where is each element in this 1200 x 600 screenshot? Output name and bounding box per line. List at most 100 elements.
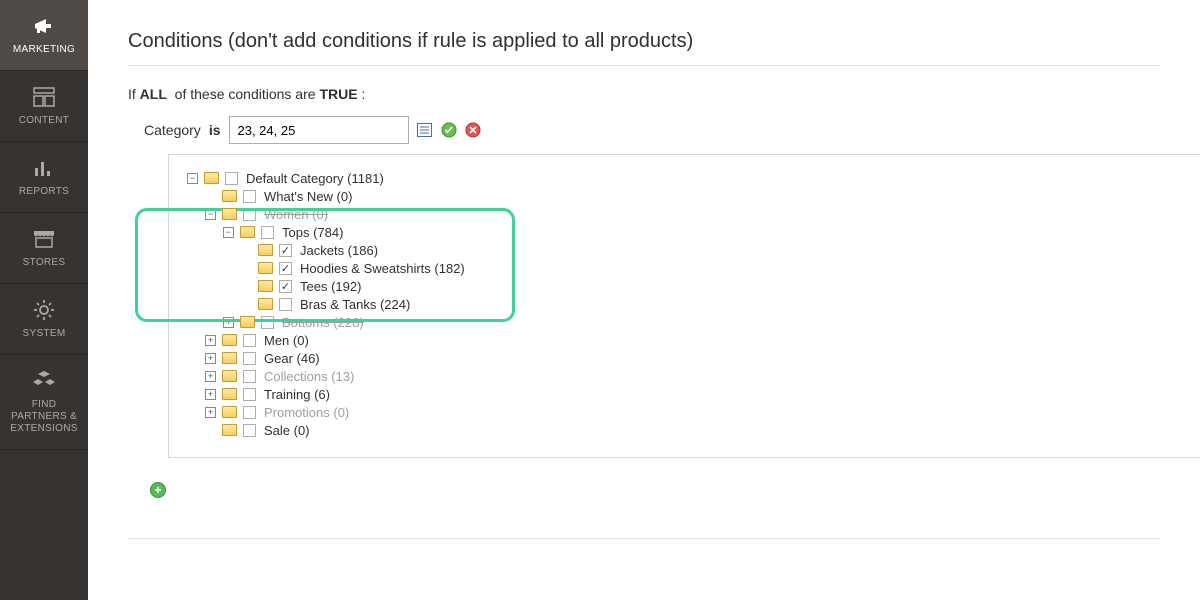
tree-node-label[interactable]: Sale (0): [264, 423, 310, 438]
layout-icon: [33, 85, 55, 109]
main-content: Conditions (don't add conditions if rule…: [88, 0, 1200, 600]
tree-node: What's New (0): [179, 187, 1200, 205]
chooser-icon[interactable]: [417, 122, 433, 138]
megaphone-icon: [32, 14, 56, 38]
nav-item-find[interactable]: FIND PARTNERS & EXTENSIONS: [0, 355, 88, 450]
tree-node-label[interactable]: Tops (784): [282, 225, 343, 240]
divider: [128, 538, 1160, 539]
tree-checkbox[interactable]: [279, 244, 292, 257]
folder-icon: [258, 262, 273, 274]
tree-checkbox[interactable]: [243, 370, 256, 383]
nav-item-system[interactable]: SYSTEM: [0, 284, 88, 355]
tree-node-label[interactable]: Women (0): [264, 207, 328, 222]
tree-node: Jackets (186): [179, 241, 1200, 259]
tree-checkbox[interactable]: [279, 298, 292, 311]
tree-checkbox[interactable]: [261, 316, 274, 329]
tree-toggle[interactable]: +: [205, 389, 216, 400]
tree-toggle[interactable]: +: [205, 371, 216, 382]
folder-icon: [240, 226, 255, 238]
tree-leaf-spacer: [241, 299, 252, 310]
tree-toggle[interactable]: +: [205, 353, 216, 364]
tree-checkbox[interactable]: [279, 280, 292, 293]
tree-checkbox[interactable]: [243, 352, 256, 365]
store-icon: [32, 227, 56, 251]
nav-label: REPORTS: [19, 186, 69, 198]
sentence-mid: of these conditions are: [175, 86, 316, 102]
nav-label: FIND PARTNERS & EXTENSIONS: [4, 399, 84, 435]
tree-node: Sale (0): [179, 421, 1200, 439]
nav-item-marketing[interactable]: MARKETING: [0, 0, 88, 71]
tree-checkbox[interactable]: [243, 334, 256, 347]
folder-icon: [240, 316, 255, 328]
tree-node: + Training (6): [179, 385, 1200, 403]
nav-item-reports[interactable]: REPORTS: [0, 142, 88, 213]
folder-icon: [258, 298, 273, 310]
tree-toggle[interactable]: +: [205, 407, 216, 418]
tree-node-label[interactable]: Bras & Tanks (224): [300, 297, 410, 312]
tree-node: + Collections (13): [179, 367, 1200, 385]
tree-node: Bras & Tanks (224): [179, 295, 1200, 313]
folder-icon: [222, 334, 237, 346]
aggregator-value[interactable]: ALL: [140, 86, 167, 102]
nav-item-stores[interactable]: STORES: [0, 213, 88, 284]
remove-icon[interactable]: [465, 122, 481, 138]
tree-node-label[interactable]: Training (6): [264, 387, 330, 402]
condition-value-input[interactable]: [229, 116, 409, 144]
condition-sentence: If ALL of these conditions are TRUE :: [128, 86, 1160, 102]
tree-node-label[interactable]: Hoodies & Sweatshirts (182): [300, 261, 465, 276]
tree-node-label[interactable]: Collections (13): [264, 369, 354, 384]
tree-node-label[interactable]: Jackets (186): [300, 243, 378, 258]
sentence-suffix: :: [361, 86, 365, 102]
tree-checkbox[interactable]: [243, 190, 256, 203]
add-condition-button[interactable]: +: [150, 482, 166, 498]
tree-node-label[interactable]: Bottoms (228): [282, 315, 364, 330]
tree-toggle[interactable]: +: [205, 335, 216, 346]
tree-node: − Women (0): [179, 205, 1200, 223]
folder-icon: [222, 352, 237, 364]
tree-node: − Default Category (1181): [179, 169, 1200, 187]
apply-icon[interactable]: [441, 122, 457, 138]
condition-row: Category is: [128, 116, 1160, 144]
tree-node: + Bottoms (228): [179, 313, 1200, 331]
tree-checkbox[interactable]: [225, 172, 238, 185]
tree-node-label[interactable]: Gear (46): [264, 351, 320, 366]
nav-item-content[interactable]: CONTENT: [0, 71, 88, 142]
condition-attribute[interactable]: Category: [144, 122, 201, 138]
modules-icon: [32, 369, 56, 393]
tree-checkbox[interactable]: [243, 208, 256, 221]
tree-node: + Gear (46): [179, 349, 1200, 367]
tree-node-label[interactable]: What's New (0): [264, 189, 352, 204]
tree-toggle[interactable]: −: [187, 173, 198, 184]
tree-checkbox[interactable]: [279, 262, 292, 275]
category-tree-panel: − Default Category (1181) What's New (0) − W…: [168, 154, 1200, 458]
tree-leaf-spacer: [205, 191, 216, 202]
tree-checkbox[interactable]: [261, 226, 274, 239]
sentence-prefix: If: [128, 86, 136, 102]
folder-icon: [204, 172, 219, 184]
tree-checkbox[interactable]: [243, 406, 256, 419]
tree-node: − Tops (784): [179, 223, 1200, 241]
tree-leaf-spacer: [241, 281, 252, 292]
folder-icon: [222, 406, 237, 418]
tree-checkbox[interactable]: [243, 424, 256, 437]
tree-node: + Promotions (0): [179, 403, 1200, 421]
tree-node: Hoodies & Sweatshirts (182): [179, 259, 1200, 277]
tree-node-label[interactable]: Men (0): [264, 333, 309, 348]
nav-label: CONTENT: [19, 115, 69, 127]
tree-toggle[interactable]: −: [223, 227, 234, 238]
folder-icon: [222, 388, 237, 400]
folder-icon: [258, 280, 273, 292]
nav-label: MARKETING: [13, 44, 75, 56]
tree-node-label[interactable]: Promotions (0): [264, 405, 349, 420]
condition-operator[interactable]: is: [209, 122, 221, 138]
tree-toggle[interactable]: +: [223, 317, 234, 328]
nav-label: SYSTEM: [23, 328, 66, 340]
tree-node-label[interactable]: Default Category (1181): [246, 171, 384, 186]
tree-toggle[interactable]: −: [205, 209, 216, 220]
folder-icon: [222, 190, 237, 202]
tree-node-label[interactable]: Tees (192): [300, 279, 361, 294]
folder-icon: [222, 424, 237, 436]
tree-checkbox[interactable]: [243, 388, 256, 401]
folder-icon: [222, 208, 237, 220]
condition-value[interactable]: TRUE: [319, 86, 357, 102]
